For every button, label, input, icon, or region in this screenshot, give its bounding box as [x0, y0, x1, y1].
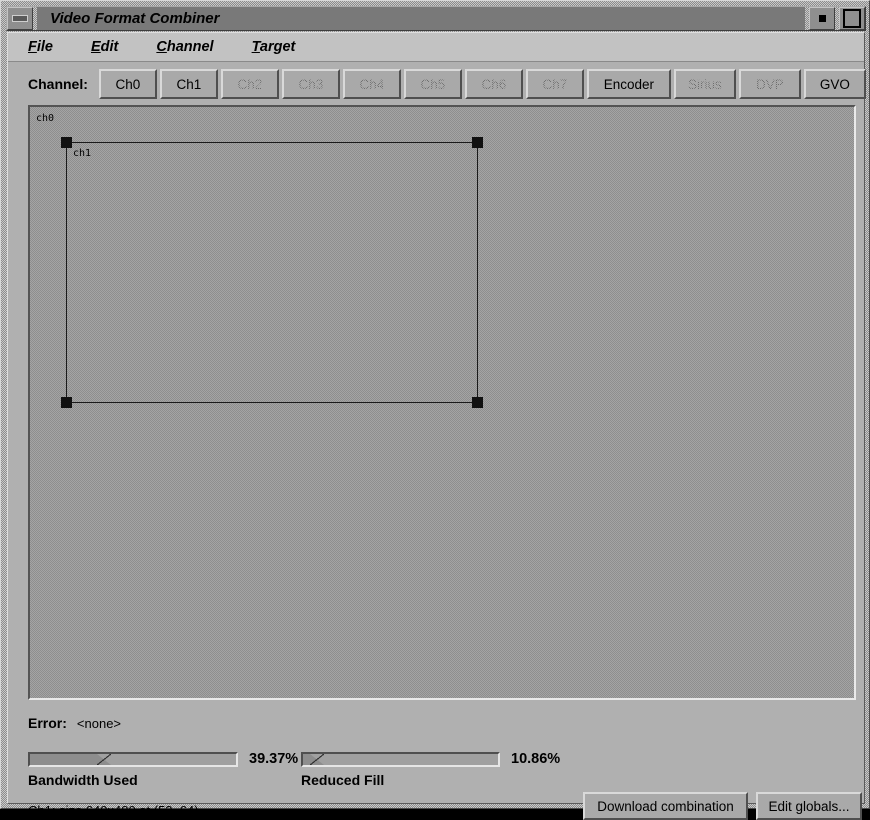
- channel-label: Channel:: [28, 76, 88, 92]
- maximize-button[interactable]: [839, 7, 865, 30]
- layout-canvas[interactable]: ch0 ch1: [30, 107, 854, 698]
- download-combination-button[interactable]: Download combination: [583, 792, 748, 820]
- minimize-button[interactable]: [809, 7, 835, 30]
- menu-bar: File Edit Channel Target: [8, 33, 864, 62]
- selection-edge-left: [66, 142, 67, 403]
- error-row: Error: <none>: [28, 715, 121, 731]
- reduced-fill-gauge-slope-edge: [310, 754, 324, 765]
- resize-handle-top-right[interactable]: [472, 137, 483, 148]
- reduced-fill-gauge-fill: [303, 754, 310, 765]
- maximize-icon: [843, 9, 861, 28]
- channel-button-ch4: Ch4: [343, 69, 401, 99]
- bandwidth-gauge-percent: 39.37%: [249, 752, 298, 767]
- error-label: Error:: [28, 715, 67, 731]
- channel-button-ch2: Ch2: [221, 69, 279, 99]
- channel-button-label: Ch0: [116, 77, 141, 92]
- layout-canvas-frame: ch0 ch1: [28, 105, 856, 700]
- menu-target[interactable]: Target: [252, 39, 296, 55]
- bandwidth-gauge-slope-edge: [97, 754, 111, 765]
- menu-edit-mnemonic: E: [91, 39, 101, 55]
- resize-handle-top-left[interactable]: [61, 137, 72, 148]
- application-window: Video Format Combiner File Edit Channel …: [0, 0, 870, 809]
- error-value: <none>: [77, 716, 121, 731]
- resize-handle-bottom-right[interactable]: [472, 397, 483, 408]
- selection-label-ch1: ch1: [73, 148, 91, 159]
- menu-channel-mnemonic: C: [156, 39, 166, 55]
- title-bar: Video Format Combiner: [6, 6, 866, 31]
- channel-button-group: Ch0 Ch1 Ch2 Ch3 Ch4 Ch5 Ch6 Ch7 Encoder Sirius DVP…: [99, 69, 869, 99]
- channel-button-sirius: Sirius: [674, 69, 736, 99]
- channel-selection-rectangle[interactable]: ch1: [66, 142, 478, 403]
- channel-button-ch7: Ch7: [526, 69, 584, 99]
- menu-file-mnemonic: F: [28, 39, 37, 55]
- bandwidth-gauge: [28, 752, 238, 767]
- window-menu-button[interactable]: [7, 7, 33, 30]
- selection-edge-right: [477, 142, 478, 403]
- minimize-icon: [12, 15, 28, 22]
- reduced-fill-gauge-caption: Reduced Fill: [301, 772, 384, 788]
- menu-channel[interactable]: Channel: [156, 39, 213, 55]
- channel-button-label: Ch3: [299, 77, 324, 92]
- channel-button-ch5: Ch5: [404, 69, 462, 99]
- canvas-label-ch0: ch0: [36, 113, 54, 124]
- channel-button-label: Ch1: [177, 77, 202, 92]
- window-title: Video Format Combiner: [37, 10, 805, 27]
- bandwidth-gauge-fill: [30, 754, 97, 765]
- channel-button-label: Encoder: [604, 77, 654, 92]
- channel-button-label: Ch7: [543, 77, 568, 92]
- channel-button-label: DVP: [756, 77, 784, 92]
- edit-globals-button[interactable]: Edit globals...: [756, 792, 862, 820]
- channel-button-encoder[interactable]: Encoder: [587, 69, 671, 99]
- channel-button-label: Ch4: [360, 77, 385, 92]
- bandwidth-gauge-row: 39.37%: [28, 752, 298, 767]
- channel-button-ch1[interactable]: Ch1: [160, 69, 218, 99]
- menu-channel-rest: hannel: [167, 39, 214, 55]
- channel-button-label: Ch5: [421, 77, 446, 92]
- bandwidth-gauge-caption: Bandwidth Used: [28, 772, 138, 788]
- channel-button-dvp: DVP: [739, 69, 801, 99]
- channel-toolbar: Channel: Ch0 Ch1 Ch2 Ch3 Ch4 Ch5 Ch6 Ch7 Encoder…: [8, 63, 864, 105]
- menu-edit[interactable]: Edit: [91, 39, 118, 55]
- channel-button-ch3: Ch3: [282, 69, 340, 99]
- client-area: File Edit Channel Target Channel: Ch0 Ch1…: [7, 32, 865, 804]
- resize-handle-bottom-left[interactable]: [61, 397, 72, 408]
- menu-edit-rest: dit: [101, 39, 119, 55]
- reduced-fill-gauge: [301, 752, 500, 767]
- channel-button-label: Ch2: [238, 77, 263, 92]
- status-text: Ch1: size 640x480 at (52, 64): [28, 803, 199, 818]
- window-menu-icon: [819, 15, 826, 22]
- channel-button-label: Sirius: [688, 77, 722, 92]
- menu-file[interactable]: File: [28, 39, 53, 55]
- menu-file-rest: ile: [37, 39, 53, 55]
- menu-target-rest: arget: [260, 39, 295, 55]
- reduced-fill-gauge-row: 10.86%: [301, 752, 560, 767]
- menu-target-mnemonic: T: [252, 39, 260, 55]
- channel-button-gvo[interactable]: GVO: [804, 69, 866, 99]
- selection-edge-bottom: [66, 402, 478, 403]
- channel-button-label: Ch6: [482, 77, 507, 92]
- selection-edge-top: [66, 142, 478, 143]
- channel-button-ch6: Ch6: [465, 69, 523, 99]
- channel-button-ch0[interactable]: Ch0: [99, 69, 157, 99]
- channel-button-label: GVO: [820, 77, 850, 92]
- reduced-fill-gauge-percent: 10.86%: [511, 752, 560, 767]
